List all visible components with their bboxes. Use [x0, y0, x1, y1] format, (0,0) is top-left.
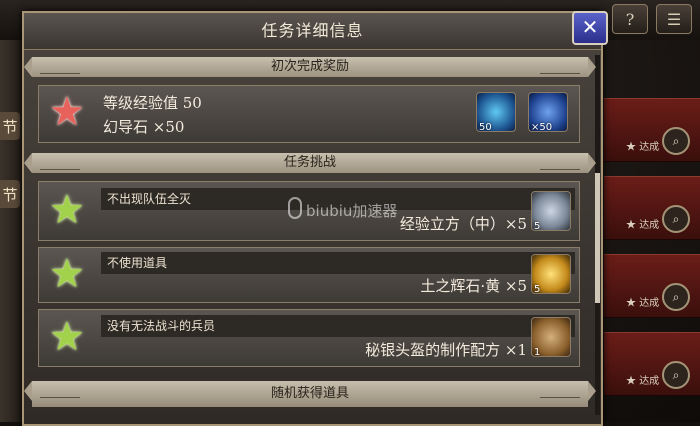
earth-crystal-icon[interactable]: 5: [531, 254, 571, 295]
watermark-text: biubiu加速器: [306, 202, 398, 220]
first-clear-reward-row: ★ 等级经验值 50 幻导石 ×50 50 ×50: [38, 85, 580, 143]
star-icon: ★: [49, 89, 85, 135]
magnifier-icon[interactable]: ⌕: [662, 205, 690, 233]
quest-list-behind: 要1 ★ 达成 ⌕ ★ 达成 ⌕ ★ 达成 ⌕ ★ 达成 ⌕: [604, 58, 700, 422]
section-title: 任务挑战: [283, 155, 336, 170]
star-icon: ★: [49, 314, 85, 360]
left-panel: [0, 40, 24, 422]
left-tag[interactable]: 节: [0, 180, 20, 208]
section-header-challenges: 任务挑战: [24, 153, 596, 173]
quest-status: ★ 达成: [626, 298, 660, 309]
quest-card[interactable]: ★ 达成 ⌕: [604, 176, 700, 240]
menu-icon: ☰: [666, 9, 682, 29]
help-icon: ?: [625, 9, 635, 29]
challenge-reward: 经验立方（中）×5: [399, 215, 527, 233]
dialog-title: 任务详细信息: [24, 13, 601, 50]
challenge-row: ★ 没有无法战斗的兵员 秘银头盔的制作配方 ×1 1: [38, 309, 580, 367]
reward-exp: 等级经验值 50: [103, 94, 202, 112]
challenge-row: ★ 不使用道具 土之辉石·黄 ×5 5: [38, 247, 580, 303]
star-icon: ★: [49, 187, 85, 233]
challenge-name: 没有无法战斗的兵员: [101, 315, 575, 337]
menu-button[interactable]: ☰: [656, 4, 692, 34]
challenge-reward: 秘银头盔的制作配方 ×1: [365, 341, 527, 359]
lapis-crystal-icon[interactable]: ×50: [528, 92, 568, 133]
quest-card[interactable]: ★ 达成 ⌕: [604, 332, 700, 396]
magnifier-icon[interactable]: ⌕: [662, 127, 690, 155]
quest-status: ★ 达成: [626, 142, 660, 153]
left-tag[interactable]: 节: [0, 112, 20, 140]
exp-cube-icon[interactable]: 5: [531, 191, 571, 232]
star-icon: ★: [49, 251, 85, 297]
section-title: 随机获得道具: [270, 386, 349, 401]
scrollbar-thumb[interactable]: [595, 173, 600, 303]
section-title: 初次完成奖励: [270, 59, 349, 74]
magnifier-icon[interactable]: ⌕: [662, 283, 690, 311]
close-icon: ✕: [581, 15, 599, 39]
help-button[interactable]: ?: [612, 4, 648, 34]
reward-lapis: 幻导石 ×50: [103, 118, 185, 136]
section-header-random-drops: 随机获得道具: [24, 381, 596, 407]
experience-gem-icon[interactable]: 50: [476, 92, 516, 133]
close-button[interactable]: ✕: [572, 11, 608, 45]
quest-status: ★ 达成: [626, 376, 660, 387]
challenge-name: 不使用道具: [101, 252, 575, 274]
magnifier-icon[interactable]: ⌕: [662, 361, 690, 389]
quest-card[interactable]: ★ 达成 ⌕: [604, 254, 700, 318]
section-header-first-clear: 初次完成奖励: [24, 57, 596, 77]
challenge-reward: 土之辉石·黄 ×5: [420, 277, 527, 295]
quest-card[interactable]: ★ 达成 ⌕: [604, 98, 700, 162]
quest-status: ★ 达成: [626, 220, 660, 231]
watermark-logo: [288, 197, 302, 219]
recipe-icon[interactable]: 1: [531, 317, 571, 358]
